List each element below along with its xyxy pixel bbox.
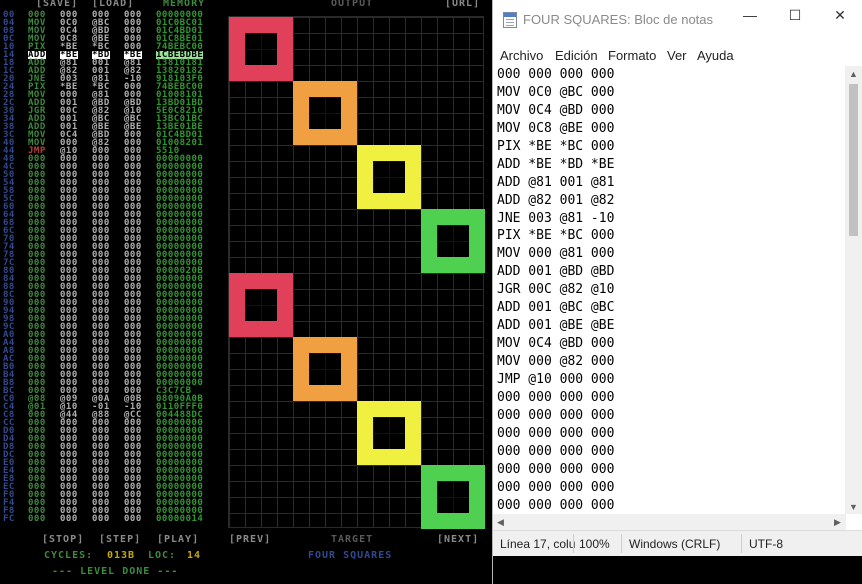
minimize-icon[interactable]: — [727, 0, 773, 32]
next-button[interactable]: [NEXT] [437, 534, 479, 545]
output-square [421, 209, 485, 273]
text-line: PIX *BE *BC 000 [497, 138, 615, 154]
status-bar: Línea 17, colu 100% Windows (CRLF) UTF-8 [493, 530, 862, 556]
output-square [229, 17, 293, 81]
text-line: 000 000 000 000 [497, 497, 615, 513]
scroll-thumb[interactable] [849, 84, 858, 236]
play-button[interactable]: [PLAY] [157, 534, 199, 545]
step-button[interactable]: [STEP] [99, 534, 141, 545]
memory-header: MEMORY [163, 0, 206, 9]
notepad-titlebar[interactable]: FOUR SQUARES: Bloc de notas — ☐ ✕ [493, 0, 862, 40]
text-line: MOV 0C4 @BD 000 [497, 336, 615, 352]
game-panel: [SAVE] [LOAD] MEMORY OUTPUT [URL] 00 000 0… [0, 0, 492, 584]
zoom-level: 100% [579, 537, 610, 551]
line-endings: Windows (CRLF) [629, 537, 721, 551]
memory-value: 00000014 [156, 514, 204, 524]
target-label: TARGET [331, 534, 374, 545]
output-square [357, 145, 421, 209]
text-line: ADD @81 001 @81 [497, 174, 615, 190]
window-title: FOUR SQUARES: Bloc de notas [523, 12, 714, 27]
code-listing[interactable]: 00 000 000 000 000 00000000 04 MOV 0C0 @BC 000 01C0… [0, 11, 222, 524]
output-square [293, 81, 357, 145]
text-line: JMP @10 000 000 [497, 371, 615, 387]
text-line: 000 000 000 000 [497, 443, 615, 459]
scroll-up-icon[interactable]: ▲ [849, 69, 858, 79]
text-line: 000 000 000 000 [497, 407, 615, 423]
code-arg1: 000 [60, 514, 78, 524]
maximize-icon[interactable]: ☐ [772, 0, 818, 32]
level-name: FOUR SQUARES [308, 550, 393, 561]
text-line: ADD @82 001 @82 [497, 192, 615, 208]
output-square [357, 401, 421, 465]
text-line: JNE 003 @81 -10 [497, 210, 615, 226]
output-square [229, 273, 293, 337]
encoding: UTF-8 [749, 537, 783, 551]
text-line: PIX *BE *BC 000 [497, 228, 615, 244]
cycles-label: CYCLES: [44, 550, 94, 561]
scroll-right-icon[interactable]: ▶ [834, 517, 841, 528]
scroll-left-icon[interactable]: ◀ [497, 517, 504, 528]
code-row[interactable]: FC 000 000 000 000 00000014 [0, 514, 222, 524]
output-header: OUTPUT [331, 0, 374, 9]
loc-label: LOC: [148, 550, 177, 561]
output-square [293, 337, 357, 401]
text-line: MOV 0C0 @BC 000 [497, 84, 615, 100]
text-line: MOV 000 @82 000 [497, 354, 615, 369]
horizontal-scrollbar[interactable]: ◀ ▶ [493, 514, 846, 531]
menu-archivo[interactable]: Archivo [500, 48, 543, 63]
text-line: 000 000 000 000 [497, 425, 615, 441]
cycles-value: 013B [107, 550, 136, 561]
text-line: 000 000 000 000 [497, 67, 615, 82]
text-line: ADD 001 @BE @BE [497, 318, 615, 334]
prev-button[interactable]: [PREV] [229, 534, 271, 545]
close-icon[interactable]: ✕ [817, 0, 862, 32]
output-square [421, 465, 485, 529]
scroll-down-icon[interactable]: ▼ [849, 502, 858, 512]
url-button[interactable]: [URL] [445, 0, 480, 9]
text-line: MOV 0C4 @BD 000 [497, 102, 615, 118]
text-editor[interactable]: 000 000 000 000 MOV 0C0 @BC 000 MOV 0C4 @B… [496, 66, 840, 514]
text-line: 000 000 000 000 [497, 389, 615, 405]
loc-value: 14 [187, 550, 202, 561]
notepad-icon [503, 12, 517, 28]
taskbar-gap [493, 556, 862, 584]
vertical-scrollbar[interactable]: ▲ ▼ [845, 66, 862, 514]
text-line: 000 000 000 000 [497, 461, 615, 477]
text-line: ADD 001 @BD @BD [497, 264, 615, 280]
code-arg2: 000 [92, 514, 110, 524]
text-line: ADD 001 @BC @BC [497, 300, 615, 316]
load-button[interactable]: [LOAD] [92, 0, 134, 9]
stop-button[interactable]: [STOP] [42, 534, 84, 545]
text-line: JGR 00C @82 @10 [497, 282, 615, 298]
text-line: 000 000 000 000 [497, 479, 615, 495]
menu-ayuda[interactable]: Ayuda [697, 48, 734, 63]
save-button[interactable]: [SAVE] [36, 0, 78, 9]
text-line: MOV 0C8 @BE 000 [497, 120, 615, 136]
notepad-window: FOUR SQUARES: Bloc de notas — ☐ ✕ Archiv… [492, 0, 862, 584]
code-opcode: 000 [28, 514, 46, 524]
text-line: MOV 000 @81 000 [497, 246, 615, 262]
cursor-position: Línea 17, colu [500, 537, 576, 551]
menu-edicion[interactable]: Edición [555, 48, 598, 63]
menu-formato[interactable]: Formato [608, 48, 656, 63]
output-canvas [228, 16, 485, 529]
code-address: FC [3, 514, 15, 524]
text-line: ADD *BE *BD *BE [497, 156, 615, 172]
level-status: --- LEVEL DONE --- [52, 566, 179, 577]
code-arg3: 000 [124, 514, 142, 524]
menu-ver[interactable]: Ver [667, 48, 687, 63]
